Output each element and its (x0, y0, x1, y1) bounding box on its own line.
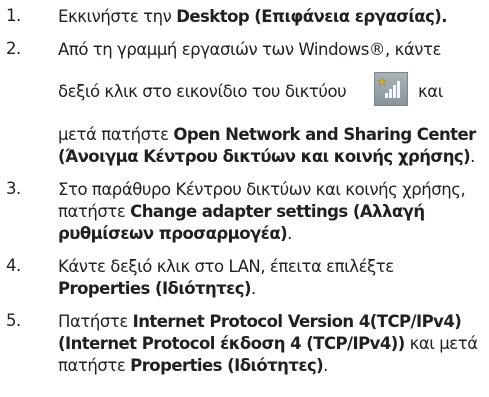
step-text-line: μετά πατήστε Open Network and Sharing Ce… (58, 125, 476, 144)
step-text-line: Στο παράθυρο Κέντρου δικτύων και κοινής … (58, 180, 466, 199)
step-text-line: Από τη γραμμή εργασιών των Windows®, κάν… (58, 40, 441, 59)
step-number: 2. (6, 39, 21, 58)
signal-bars-icon (377, 77, 400, 98)
step-text-line: Εκκινήστε την Desktop (Επιφάνεια εργασία… (58, 7, 448, 26)
step-text-line: πατήστε Change adapter settings (Αλλαγή (58, 202, 425, 221)
step-text-line: ρυθμίσεων προσαρμογέα). (58, 224, 292, 243)
network-icon[interactable] (374, 72, 408, 106)
step-text-line: Properties (Ιδιότητες). (58, 279, 256, 298)
step-text-line: Πατήστε Internet Protocol Version 4(TCP/… (58, 312, 462, 331)
step-number: 5. (6, 311, 21, 330)
step-number: 3. (6, 179, 21, 198)
step-number: 4. (6, 256, 21, 275)
step-text-line: και (418, 82, 443, 101)
step-text-line: πατήστε Properties (Ιδιότητες). (58, 356, 328, 375)
step-text-line: Κάντε δεξιό κλικ στο LAN, έπειτα επιλέξτ… (58, 257, 394, 276)
step-text-line: (Internet Protocol έκδοση 4 (TCP/IPv4)) … (58, 334, 478, 353)
step-text-line: (Άνοιγμα Κέντρου δικτύων και κοινής χρήσ… (58, 147, 475, 166)
step-text-line: δεξιό κλικ στο εικονίδιο του δικτύου (58, 82, 347, 101)
step-number: 1. (6, 6, 21, 25)
